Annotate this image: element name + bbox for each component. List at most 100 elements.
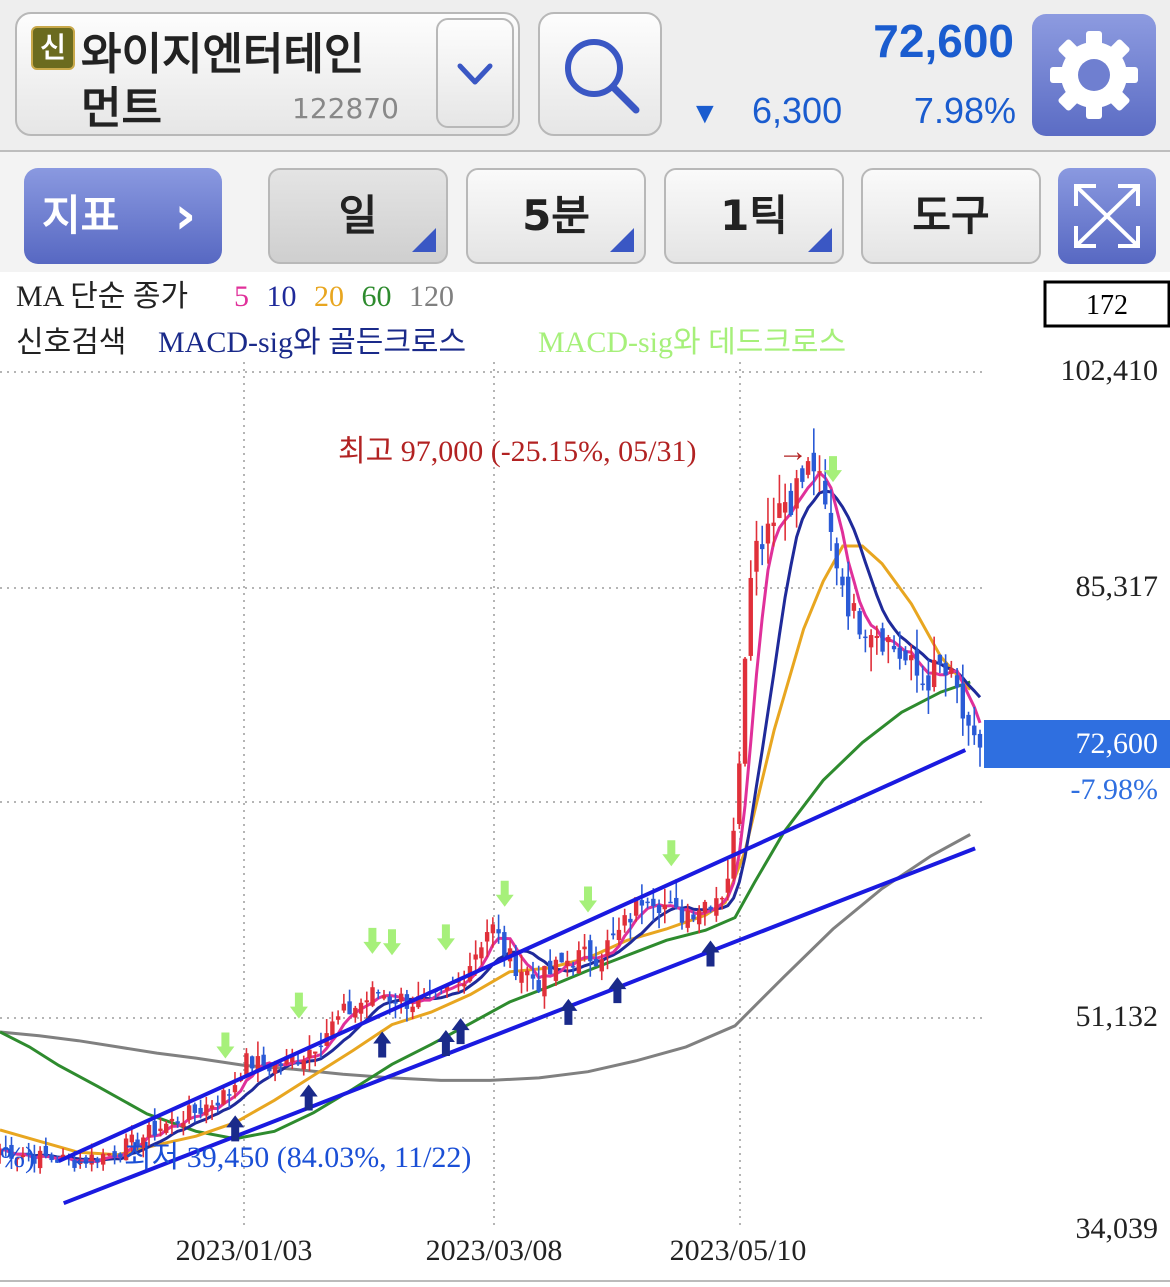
candle-body (525, 970, 530, 976)
candle-body (227, 1094, 232, 1096)
dead-cross-arrow-icon (579, 886, 597, 913)
candle-body (954, 675, 960, 688)
candle-body (398, 993, 404, 1002)
period-5min-label: 5분 (522, 191, 590, 240)
current-price: 72,600 (873, 15, 1014, 67)
search-button[interactable] (538, 12, 662, 136)
candle-body (782, 502, 788, 513)
candle-body (376, 992, 381, 994)
x-tick-label: 2023/03/08 (426, 1234, 563, 1267)
candle-body (863, 636, 868, 639)
candle-body (261, 1054, 266, 1066)
candle-body (719, 897, 725, 900)
dropdown-corner-icon (412, 228, 436, 252)
candle-body (622, 915, 627, 926)
candle-body (152, 1120, 157, 1136)
ma10-line (0, 489, 982, 1162)
candle-body (691, 914, 696, 920)
candle-body (542, 965, 547, 997)
candle-body (215, 1102, 220, 1106)
candle-body (616, 929, 622, 941)
legend-golden-cross: MACD-sig와 골든크로스 (158, 326, 466, 359)
period-5min-button[interactable]: 5분 (466, 168, 646, 264)
candle-body (43, 1145, 49, 1157)
candle-body (387, 996, 392, 1002)
price-chart[interactable]: MA 단순 종가 5 10 20 60 120 신호검색 MACD-sig와 골… (0, 272, 1170, 1283)
candle-body (593, 958, 599, 967)
fullscreen-button[interactable] (1058, 168, 1156, 264)
candle-body (725, 878, 731, 893)
candle-body (794, 478, 799, 509)
indicator-button[interactable]: 지표 › (24, 168, 222, 264)
dropdown-corner-icon (610, 228, 634, 252)
candle-body (685, 910, 690, 928)
candle-body (530, 974, 536, 979)
candle-body (834, 543, 839, 569)
candle-body (547, 960, 553, 975)
candle-body (232, 1085, 238, 1093)
candle-body (891, 645, 897, 650)
candle-body (186, 1105, 192, 1121)
ma60-line (0, 680, 971, 1141)
candle-body (307, 1049, 312, 1059)
stock-code: 122870 (292, 92, 399, 125)
candle-body (209, 1105, 215, 1109)
candle-body (559, 952, 564, 963)
candle-body (106, 1153, 112, 1156)
candle-body (496, 929, 501, 934)
high-annotation: 최고 97,000 (-25.15%, 05/31) (338, 435, 697, 468)
change-percent: 7.98% (913, 90, 1016, 131)
candle-body (181, 1123, 186, 1128)
candle-body (221, 1090, 226, 1105)
chevron-right-icon: › (174, 186, 196, 246)
dead-cross-arrow-icon (363, 927, 382, 954)
candle-body (462, 984, 467, 987)
candle-body (295, 1061, 301, 1065)
candle-body (828, 512, 834, 532)
gear-icon (1050, 31, 1138, 119)
candle-body (301, 1060, 306, 1070)
candle-body (353, 1007, 358, 1018)
price-change: ▼ 6,300 7.98% (690, 90, 1016, 132)
candle-body (674, 897, 679, 908)
dead-cross-arrow-icon (216, 1032, 235, 1059)
candle-body (364, 1000, 369, 1003)
candle-body (840, 576, 845, 586)
candle-body (765, 523, 771, 544)
low-annotation-edge: %) (0, 1141, 35, 1174)
candle-body (158, 1128, 163, 1132)
period-day-button[interactable]: 일 (268, 168, 448, 264)
candle-body (169, 1118, 175, 1122)
tools-button[interactable]: 도구 (861, 168, 1041, 264)
candle-body (536, 980, 541, 992)
settings-button[interactable] (1032, 14, 1156, 136)
period-tick-label: 1틱 (720, 191, 788, 240)
legend-dead-cross: MACD-sig와 데드크로스 (538, 326, 846, 359)
legend-ma20: 20 (314, 280, 344, 313)
grid-lines (0, 362, 985, 1230)
stock-dropdown-button[interactable] (436, 18, 514, 128)
candle-body (972, 725, 977, 736)
candlestick-chart[interactable]: MA 단순 종가 5 10 20 60 120 신호검색 MACD-sig와 골… (0, 272, 1170, 1283)
candle-body (358, 1002, 364, 1014)
candle-body (112, 1151, 117, 1158)
legend-ma60: 60 (362, 280, 392, 313)
candle-body (611, 933, 616, 936)
period-tick-button[interactable]: 1틱 (664, 168, 844, 264)
legend-signal-prefix: 신호검색 (16, 326, 126, 359)
candle-body (100, 1153, 106, 1165)
candle-body (949, 668, 954, 674)
high-annotation-arrow: → (778, 435, 808, 468)
candle-body (696, 910, 702, 925)
candle-body (880, 628, 885, 652)
x-tick-label: 2023/01/03 (176, 1234, 313, 1267)
stock-name-line2: 먼트 (81, 83, 162, 134)
candle-body (330, 1021, 335, 1036)
candle-body (851, 603, 857, 611)
candle-body (845, 576, 851, 617)
stock-header: 신 와이지엔터테인 먼트 122870 72,600 ▼ 6,300 7.98% (0, 0, 1170, 152)
candle-body (313, 1051, 318, 1054)
candle-body (771, 522, 776, 527)
down-arrow-icon: ▼ (690, 97, 720, 130)
dead-cross-arrow-icon (662, 840, 681, 867)
